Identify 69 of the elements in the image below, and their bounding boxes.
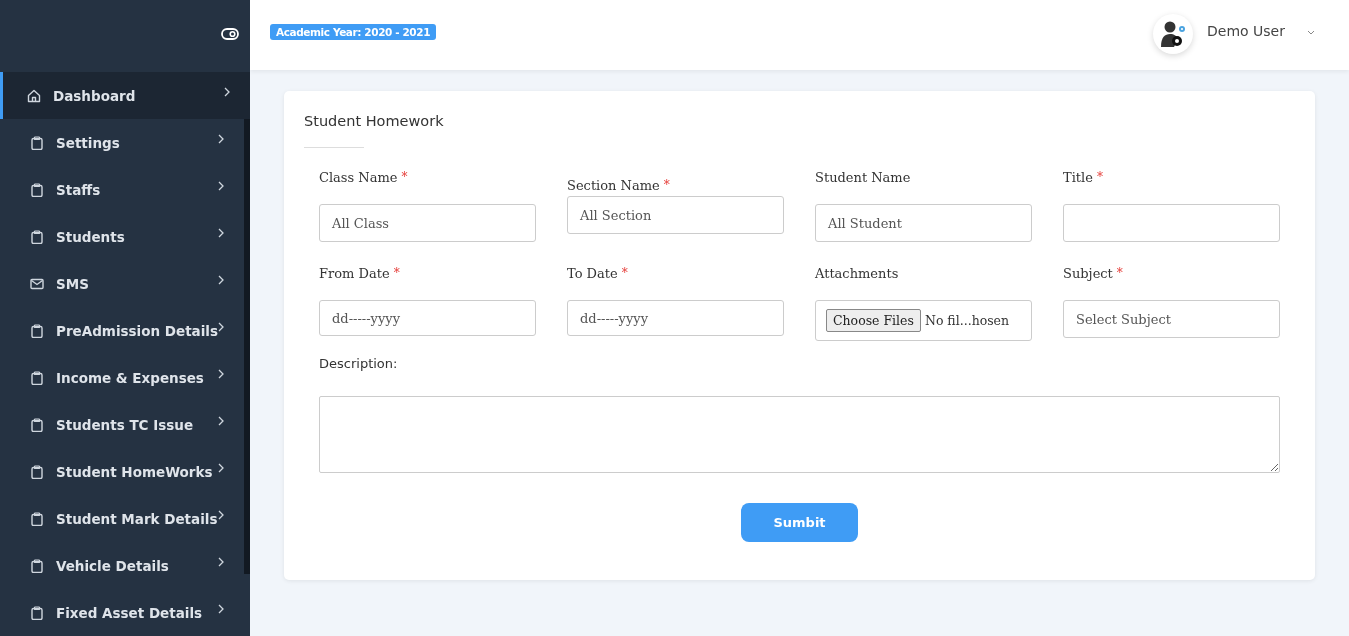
required-asterisk: *: [1096, 170, 1103, 186]
clipboard-icon: [30, 182, 44, 197]
sidebar-item[interactable]: PreAdmission Details: [0, 307, 244, 354]
clipboard-icon: [30, 511, 44, 526]
field-label: Class Name: [319, 170, 398, 187]
required-asterisk: *: [621, 266, 628, 282]
file-field[interactable]: Choose Files No fil...hosen: [815, 300, 1032, 341]
chevron-right-icon: [218, 509, 224, 520]
required-asterisk: *: [401, 170, 408, 186]
scrollbar[interactable]: [244, 119, 250, 574]
clipboard-icon: [30, 229, 44, 244]
chevron-right-icon: [218, 368, 224, 379]
mail-icon: [30, 276, 44, 291]
card-title: Student Homework: [304, 113, 445, 129]
toggle-icon[interactable]: [221, 28, 239, 40]
select-field[interactable]: All Section: [567, 196, 784, 234]
sidebar-item[interactable]: Vehicle Details: [0, 542, 244, 589]
description-field[interactable]: [319, 396, 1280, 473]
chevron-right-icon: [218, 462, 224, 473]
required-asterisk: *: [663, 178, 670, 194]
date-field[interactable]: dd-----yyyy: [319, 300, 536, 336]
sidebar-item[interactable]: Students: [0, 213, 244, 260]
chevron-right-icon: [218, 321, 224, 332]
clipboard-icon: [30, 135, 44, 150]
clipboard-icon: [30, 558, 44, 573]
sidebar-item[interactable]: SMS: [0, 260, 244, 307]
field-label: Section Name: [567, 178, 660, 195]
chevron-right-icon: [218, 180, 224, 191]
select-field[interactable]: All Student: [815, 204, 1032, 242]
field-label: To Date: [567, 266, 618, 283]
required-asterisk: *: [1116, 266, 1123, 282]
field-label: From Date: [319, 266, 390, 283]
clipboard-icon: [30, 417, 44, 432]
sidebar-item[interactable]: Fixed Asset Details: [0, 589, 244, 636]
field-label: Attachments: [815, 266, 899, 283]
chevron-right-icon: [218, 274, 224, 285]
chevron-right-icon: [218, 556, 224, 567]
sidebar-item[interactable]: Students TC Issue: [0, 401, 244, 448]
chevron-right-icon: [224, 86, 230, 97]
description-label: Description:: [319, 356, 399, 371]
sidebar-item[interactable]: Staffs: [0, 166, 244, 213]
sidebar-item[interactable]: Student Mark Details: [0, 495, 244, 542]
field-label: Subject: [1063, 266, 1113, 283]
choose-files-button[interactable]: Choose Files: [826, 309, 921, 332]
sidebar-item[interactable]: Income & Expenses: [0, 354, 244, 401]
select-field[interactable]: Select Subject: [1063, 300, 1280, 338]
sidebar-item[interactable]: Student HomeWorks: [0, 448, 244, 495]
required-asterisk: *: [393, 266, 400, 282]
field-label: Title: [1063, 170, 1093, 187]
chevron-right-icon: [218, 227, 224, 238]
clipboard-icon: [30, 605, 44, 620]
chevron-right-icon: [218, 415, 224, 426]
field-label: Student Name: [815, 170, 911, 187]
chevron-right-icon: [218, 133, 224, 144]
select-field[interactable]: All Class: [319, 204, 536, 242]
date-field[interactable]: dd-----yyyy: [567, 300, 784, 336]
academic-year-badge: Academic Year: 2020 - 2021: [270, 24, 437, 40]
clipboard-icon: [30, 323, 44, 338]
clipboard-icon: [30, 464, 44, 479]
chevron-right-icon: [218, 603, 224, 614]
clipboard-icon: [30, 370, 44, 385]
file-name: No fil...hosen: [924, 313, 1010, 328]
caret-down-icon[interactable]: [1307, 29, 1315, 35]
input-field[interactable]: [1063, 204, 1280, 242]
user-avatar[interactable]: [1153, 14, 1194, 54]
sidebar-item[interactable]: Settings: [0, 119, 244, 166]
home-icon: [27, 88, 41, 103]
sidebar-item[interactable]: Dashboard: [0, 72, 250, 119]
user-name[interactable]: Demo User: [1207, 23, 1285, 39]
